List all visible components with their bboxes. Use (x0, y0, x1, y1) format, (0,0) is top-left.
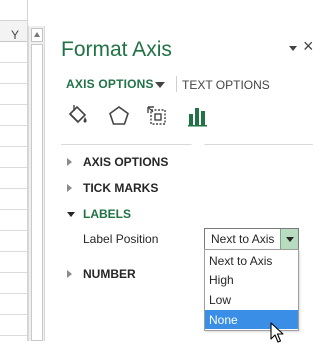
option-low[interactable]: Low (205, 290, 298, 309)
pane-title: Format Axis (61, 38, 172, 61)
pane-options-icon[interactable] (289, 46, 297, 51)
label-position-select[interactable]: Next to Axis (204, 228, 299, 250)
column-letter: Y (11, 28, 20, 42)
chevron-right-icon (67, 184, 72, 192)
label-position-label: Label Position (83, 232, 159, 246)
icon-row-divider (61, 144, 313, 145)
gridline (0, 335, 27, 336)
tab-axis-options[interactable]: AXIS OPTIONS (66, 77, 154, 91)
tab-text-options[interactable]: TEXT OPTIONS (182, 78, 270, 92)
section-label: AXIS OPTIONS (83, 155, 169, 169)
section-label: NUMBER (83, 267, 136, 281)
chevron-down-icon[interactable] (155, 82, 165, 88)
dropdown-arrow-icon[interactable] (280, 229, 298, 249)
vertical-scrollbar[interactable] (28, 26, 45, 341)
gridline (0, 125, 27, 126)
option-label: High (209, 273, 234, 287)
gridline (0, 104, 27, 105)
gridline (0, 62, 27, 63)
gridline (0, 188, 27, 189)
close-icon[interactable]: × (303, 36, 314, 57)
label-position-options[interactable]: Next to Axis High Low None (204, 249, 299, 331)
effects-icon[interactable] (106, 104, 132, 128)
format-axis-pane: Format Axis × AXIS OPTIONS TEXT OPTIONS (44, 26, 327, 343)
selected-icon-pointer (191, 138, 205, 145)
scroll-up-button[interactable] (31, 28, 43, 42)
option-label: None (209, 313, 238, 327)
gridline (0, 209, 27, 210)
option-next-to-axis[interactable]: Next to Axis (205, 251, 298, 270)
tab-separator (176, 76, 177, 92)
size-properties-icon[interactable] (145, 104, 171, 128)
gridline (0, 83, 27, 84)
gridline (0, 293, 27, 294)
gridline (0, 272, 27, 273)
gridline (0, 167, 27, 168)
axis-options-icon[interactable] (185, 104, 211, 128)
label-position-value: Next to Axis (211, 232, 275, 246)
section-label: LABELS (83, 207, 131, 221)
gridline (0, 251, 27, 252)
worksheet-area[interactable] (0, 0, 28, 341)
gridline (0, 146, 27, 147)
fill-line-icon[interactable] (65, 104, 91, 128)
option-label: Low (209, 293, 232, 307)
scroll-thumb[interactable] (31, 44, 43, 341)
section-label: TICK MARKS (83, 181, 159, 195)
option-high[interactable]: High (205, 270, 298, 289)
gridline (0, 230, 27, 231)
chevron-right-icon (67, 158, 72, 166)
chevron-down-icon (67, 212, 75, 217)
chevron-right-icon (67, 270, 72, 278)
gridline (0, 314, 27, 315)
option-label: Next to Axis (209, 254, 273, 268)
